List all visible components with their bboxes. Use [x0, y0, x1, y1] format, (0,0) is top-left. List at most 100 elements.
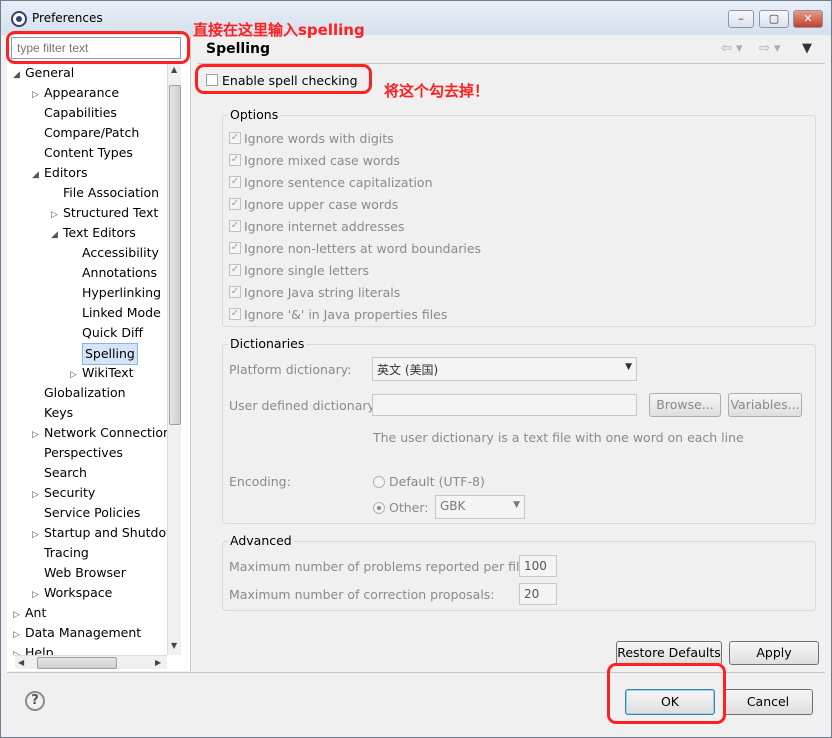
expanded-arrow-icon[interactable]: ◢	[13, 65, 25, 85]
collapsed-arrow-icon[interactable]: ▷	[13, 625, 25, 645]
tree-item[interactable]: ▷ Appearance	[32, 83, 119, 105]
option-label[interactable]: Ignore Java string literals	[244, 285, 400, 300]
expanded-arrow-icon[interactable]: ◢	[32, 165, 44, 185]
default-encoding-label[interactable]: Default (UTF-8)	[389, 474, 485, 489]
option-checkbox[interactable]: ✓	[229, 242, 241, 254]
option-label[interactable]: Ignore single letters	[244, 263, 369, 278]
tree-item[interactable]: Accessibility	[70, 243, 159, 263]
scroll-up-icon[interactable]: ▲	[171, 65, 177, 74]
option-label[interactable]: Ignore internet addresses	[244, 219, 404, 234]
collapsed-arrow-icon[interactable]: ▷	[32, 485, 44, 505]
cancel-button[interactable]: Cancel	[723, 689, 813, 715]
option-checkbox[interactable]: ✓	[229, 220, 241, 232]
collapsed-arrow-icon[interactable]: ▷	[70, 365, 82, 385]
tree-item[interactable]: Perspectives	[32, 443, 123, 463]
option-checkbox[interactable]: ✓	[229, 176, 241, 188]
tree-item[interactable]: ▷ Data Management	[13, 623, 141, 645]
collapsed-arrow-icon[interactable]: ▷	[13, 605, 25, 625]
maximize-button[interactable]: ▢	[759, 10, 789, 28]
tree-item[interactable]: Service Policies	[32, 503, 140, 523]
tree-item[interactable]: ▷ WikiText	[70, 363, 134, 385]
tree-item[interactable]: Tracing	[32, 543, 89, 563]
tree-item[interactable]: File Association	[51, 183, 159, 203]
option-checkbox[interactable]: ✓	[229, 198, 241, 210]
tree-item[interactable]: ◢ General	[13, 63, 74, 85]
encoding-select[interactable]: GBK ▼	[435, 495, 525, 519]
tree-item-label: Network Connection	[44, 425, 167, 440]
option-label[interactable]: Ignore upper case words	[244, 197, 398, 212]
preference-tree: ◢ General ▷ Appearance Capabilities Compare/P…	[9, 63, 167, 655]
scroll-down-icon[interactable]: ▼	[171, 641, 177, 650]
default-encoding-radio[interactable]	[373, 476, 385, 488]
tree-item[interactable]: ◢ Editors	[32, 163, 88, 185]
variables-button[interactable]: Variables...	[728, 393, 802, 417]
collapsed-arrow-icon[interactable]: ▷	[13, 645, 25, 655]
max-problems-input[interactable]: 100	[519, 555, 557, 577]
tree-item[interactable]: ▷ Ant	[13, 603, 46, 625]
tree-item[interactable]: Annotations	[70, 263, 157, 283]
tree-item[interactable]: ▷ Network Connection	[32, 423, 167, 445]
tree-item[interactable]: ▷ Structured Text	[51, 203, 158, 225]
tree-horizontal-scrollbar[interactable]: ◀ ▶	[15, 655, 167, 669]
max-proposals-input[interactable]: 20	[519, 583, 557, 605]
option-checkbox[interactable]: ✓	[229, 154, 241, 166]
tree-item-label: Compare/Patch	[44, 125, 140, 140]
tree-item-label: Perspectives	[44, 445, 123, 460]
tree-item[interactable]: Hyperlinking	[70, 283, 161, 303]
horizontal-scroll-thumb[interactable]	[37, 657, 117, 669]
user-dictionary-input[interactable]	[372, 394, 637, 416]
vertical-scroll-thumb[interactable]	[169, 85, 181, 425]
tree-item-label: Editors	[44, 165, 88, 180]
tree-item[interactable]: Content Types	[32, 143, 133, 163]
forward-icon[interactable]: ⇨ ▾	[759, 41, 781, 56]
tree-item[interactable]: ▷ Help	[13, 643, 54, 655]
back-icon[interactable]: ⇦ ▾	[721, 41, 743, 56]
collapsed-arrow-icon[interactable]: ▷	[51, 205, 63, 225]
tree-vertical-scrollbar[interactable]: ▲ ▼	[167, 63, 181, 655]
tree-item[interactable]: Capabilities	[32, 103, 117, 123]
tree-item-label: Accessibility	[82, 245, 159, 260]
tree-item[interactable]: Keys	[32, 403, 73, 423]
apply-button[interactable]: Apply	[729, 641, 819, 665]
expanded-arrow-icon[interactable]: ◢	[51, 225, 63, 245]
tree-item[interactable]: ▷Startup and Shutdown	[32, 523, 167, 545]
tree-item[interactable]: Globalization	[32, 383, 126, 403]
collapsed-arrow-icon[interactable]: ▷	[32, 585, 44, 605]
option-label[interactable]: Ignore non-letters at word boundaries	[244, 241, 481, 256]
tree-item[interactable]: Compare/Patch	[32, 123, 139, 143]
collapsed-arrow-icon[interactable]: ▷	[32, 425, 44, 445]
other-encoding-radio[interactable]	[373, 502, 385, 514]
tree-item[interactable]: ▷ Workspace	[32, 583, 112, 605]
tree-item-label: Globalization	[44, 385, 126, 400]
option-checkbox[interactable]: ✓	[229, 264, 241, 276]
option-checkbox[interactable]: ✓	[229, 286, 241, 298]
close-button[interactable]: ✕	[793, 10, 823, 28]
options-title: Options	[228, 107, 281, 122]
option-label[interactable]: Ignore words with digits	[244, 131, 394, 146]
option-label[interactable]: Ignore '&' in Java properties files	[244, 307, 447, 322]
platform-dictionary-value: 英文 (美国)	[377, 363, 439, 377]
option-label[interactable]: Ignore sentence capitalization	[244, 175, 433, 190]
tree-item[interactable]: ▷ Security	[32, 483, 95, 505]
scroll-left-icon[interactable]: ◀	[18, 658, 24, 667]
browse-button[interactable]: Browse...	[649, 393, 721, 417]
tree-item[interactable]: Web Browser	[32, 563, 126, 583]
tree-item-label: Structured Text	[63, 205, 159, 220]
collapsed-arrow-icon[interactable]: ▷	[32, 525, 44, 545]
option-checkbox[interactable]: ✓	[229, 132, 241, 144]
tree-item[interactable]: Linked Mode	[70, 303, 161, 323]
option-label[interactable]: Ignore mixed case words	[244, 153, 400, 168]
scroll-right-icon[interactable]: ▶	[155, 658, 161, 667]
tree-item[interactable]: Quick Diff	[70, 323, 143, 343]
view-menu-icon[interactable]: ▼	[802, 41, 812, 56]
tree-item[interactable]: Spelling	[70, 343, 138, 365]
option-checkbox[interactable]: ✓	[229, 308, 241, 320]
help-icon[interactable]: ?	[25, 691, 45, 711]
tree-item[interactable]: Search	[32, 463, 87, 483]
restore-defaults-button[interactable]: Restore Defaults	[616, 641, 722, 665]
minimize-button[interactable]: –	[728, 10, 754, 28]
other-encoding-label[interactable]: Other:	[389, 500, 428, 515]
tree-item[interactable]: ◢ Text Editors	[51, 223, 136, 245]
platform-dictionary-select[interactable]: 英文 (美国) ▼	[372, 357, 637, 381]
collapsed-arrow-icon[interactable]: ▷	[32, 85, 44, 105]
